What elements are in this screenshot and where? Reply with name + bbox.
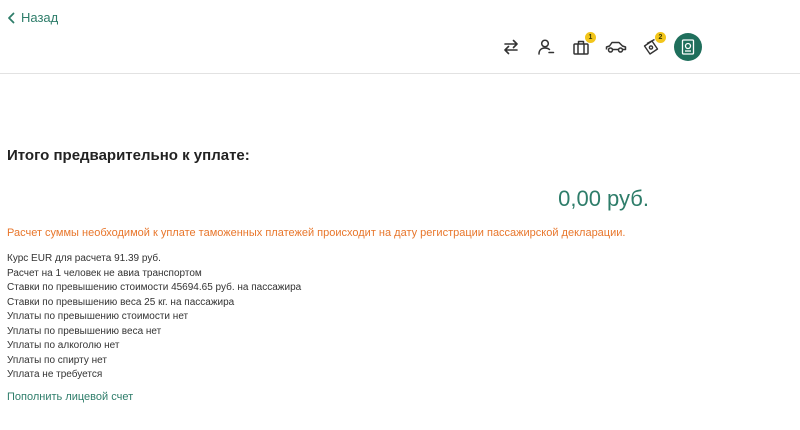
step-passport-active[interactable]	[674, 33, 702, 61]
header-divider	[0, 73, 800, 74]
detail-value-rate: Ставки по превышению стоимости 45694.65 …	[7, 282, 302, 293]
detail-weight-payment: Уплаты по превышению веса нет	[7, 325, 162, 337]
chevron-left-icon	[7, 12, 15, 24]
step-transfer[interactable]	[497, 33, 525, 61]
back-link[interactable]: Назад	[7, 10, 58, 25]
step-navigation: 1 2	[497, 32, 709, 61]
step-car[interactable]	[602, 33, 630, 61]
person-icon	[537, 38, 555, 56]
detail-alcohol-payment: Уплаты по алкоголю нет	[7, 340, 120, 351]
detail-transport: Расчет на 1 человек не авиа транспортом	[7, 267, 202, 279]
calculation-notice: Расчет суммы необходимой к уплате таможе…	[7, 227, 626, 239]
car-icon	[605, 40, 627, 54]
detail-weight-rate: Ставки по превышению веса 25 кг. на пасс…	[7, 296, 235, 308]
arrows-swap-icon	[502, 38, 520, 56]
calculation-details: Курс EUR для расчета 91.39 руб. Расчет н…	[7, 252, 301, 383]
back-label: Назад	[21, 10, 59, 25]
detail-value-payment: Уплаты по превышению стоимости нет	[7, 311, 189, 322]
detail-spirit-payment: Уплаты по спирту нет	[7, 354, 107, 366]
step-money[interactable]: 2	[637, 32, 666, 61]
total-amount: 0,00 руб.	[558, 186, 649, 211]
detail-eur-rate: Курс EUR для расчета 91.39 руб.	[7, 253, 161, 264]
total-title: Итого предварительно к уплате:	[7, 147, 250, 164]
topup-account-link[interactable]: Пополнить лицевой счет	[7, 391, 133, 403]
passport-icon	[680, 38, 696, 56]
money-count-badge: 2	[655, 32, 666, 43]
step-person[interactable]	[532, 33, 560, 61]
customs-calculator-page: Назад 1 2 Итого предварительно к уплате:…	[0, 0, 800, 430]
step-luggage[interactable]: 1	[567, 32, 596, 61]
detail-payment-status: Уплата не требуется	[7, 369, 103, 380]
luggage-count-badge: 1	[585, 32, 596, 43]
